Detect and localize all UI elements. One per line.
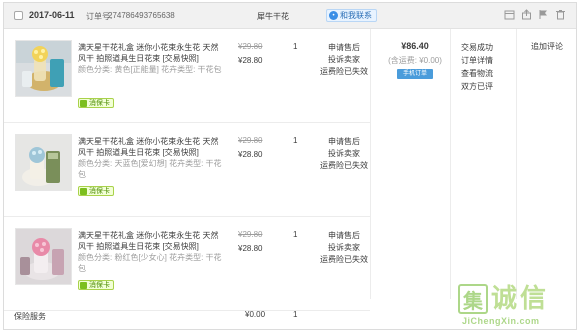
watermark-url: JiChengXin.com xyxy=(462,316,540,326)
total-amount: ¥86.40 xyxy=(401,41,429,51)
order-number: 274786493765638 xyxy=(108,11,175,20)
view-logistics-link[interactable]: 查看物流 xyxy=(461,67,493,80)
shipping-insurance-link[interactable]: 运费险已失效 xyxy=(320,254,368,266)
contact-seller-button[interactable]: • 和我联系 xyxy=(326,9,377,22)
insurance-price: ¥0.00 xyxy=(245,310,266,319)
header-actions xyxy=(504,9,566,20)
flag-icon[interactable] xyxy=(538,9,549,20)
guarantee-label: 消保卡 xyxy=(89,100,110,107)
shipping-fee: (含运费: ¥0.00) xyxy=(388,56,442,65)
original-price: ¥29.80 xyxy=(238,136,263,145)
after-sale-links: 申请售后 投诉卖家 运费险已失效 xyxy=(320,42,368,78)
apply-after-sale-link[interactable]: 申请售后 xyxy=(320,42,368,54)
unit-price: ¥28.80 xyxy=(238,150,263,159)
complain-seller-link[interactable]: 投诉卖家 xyxy=(320,54,368,66)
guarantee-icon xyxy=(80,187,87,195)
original-price: ¥29.80 xyxy=(238,230,263,239)
complain-seller-link[interactable]: 投诉卖家 xyxy=(320,242,368,254)
unit-price: ¥28.80 xyxy=(238,56,263,65)
quantity: 1 xyxy=(293,42,298,51)
mobile-order-tag: 手机订单 xyxy=(397,69,433,79)
quantity: 1 xyxy=(293,230,298,239)
watermark-logo: 集 诚 信 JiChengXin.com xyxy=(458,284,580,330)
product-sku: 颜色分类: 黄色[正能量] 花卉类型: 干花包 xyxy=(78,65,222,74)
watermark-char: 诚 xyxy=(491,284,518,314)
column-divider xyxy=(450,29,451,299)
apply-after-sale-link[interactable]: 申请售后 xyxy=(320,230,368,242)
product-image[interactable] xyxy=(15,134,72,191)
quantity: 1 xyxy=(293,136,298,145)
product-image[interactable] xyxy=(15,228,72,285)
product-sku: 颜色分类: 天蓝色[爱幻想] 花卉类型: 干花包 xyxy=(78,159,222,179)
order-card: 2017-06-11 订单号: 274786493765638 犀牛干花 • 和… xyxy=(3,2,577,330)
order-item: 满天星干花礼盒 迷你小花束永生花 天然风干 拍照道具生日花束 [交易快照] 颜色… xyxy=(4,29,370,123)
insurance-quantity: 1 xyxy=(293,310,298,319)
share-icon[interactable] xyxy=(521,9,532,20)
shipping-insurance-link[interactable]: 运费险已失效 xyxy=(320,160,368,172)
product-sku: 颜色分类: 粉红色[少女心] 花卉类型: 干花包 xyxy=(78,253,222,273)
order-header: 2017-06-11 订单号: 274786493765638 犀牛干花 • 和… xyxy=(4,3,576,29)
order-details-link[interactable]: 订单详情 xyxy=(461,54,493,67)
column-divider xyxy=(370,29,371,299)
shipping-insurance-link[interactable]: 运费险已失效 xyxy=(320,66,368,78)
add-review-link[interactable]: 追加评论 xyxy=(531,41,563,52)
guarantee-icon xyxy=(80,99,87,107)
order-item: 满天星干花礼盒 迷你小花束永生花 天然风干 拍照道具生日花束 [交易快照] 颜色… xyxy=(4,217,370,311)
guarantee-badge[interactable]: 消保卡 xyxy=(78,98,114,108)
after-sale-links: 申请售后 投诉卖家 运费险已失效 xyxy=(320,136,368,172)
column-divider xyxy=(516,29,517,299)
order-checkbox[interactable] xyxy=(14,11,23,20)
order-item: 满天星干花礼盒 迷你小花束永生花 天然风干 拍照道具生日花束 [交易快照] 颜色… xyxy=(4,123,370,217)
guarantee-badge[interactable]: 消保卡 xyxy=(78,280,114,290)
guarantee-badge[interactable]: 消保卡 xyxy=(78,186,114,196)
order-status: 交易成功 订单详情 查看物流 双方已评 xyxy=(461,41,493,93)
delete-icon[interactable] xyxy=(555,9,566,20)
calendar-icon[interactable] xyxy=(504,9,515,20)
product-title-link[interactable]: 满天星干花礼盒 迷你小花束永生花 天然风干 拍照道具生日花束 [交易快照] xyxy=(78,42,226,64)
insurance-label: 保险服务 xyxy=(14,312,46,321)
original-price: ¥29.80 xyxy=(238,42,263,51)
shop-name-link[interactable]: 犀牛干花 xyxy=(257,11,289,22)
contact-seller-label: 和我联系 xyxy=(340,11,372,20)
apply-after-sale-link[interactable]: 申请售后 xyxy=(320,136,368,148)
unit-price: ¥28.80 xyxy=(238,244,263,253)
order-total: ¥86.40 (含运费: ¥0.00) 手机订单 xyxy=(384,41,446,79)
product-image[interactable] xyxy=(15,40,72,97)
guarantee-label: 消保卡 xyxy=(89,188,110,195)
product-title-link[interactable]: 满天星干花礼盒 迷你小花束永生花 天然风干 拍照道具生日花束 [交易快照] xyxy=(78,230,226,252)
review-status: 双方已评 xyxy=(461,82,493,91)
watermark-char: 信 xyxy=(520,284,547,314)
after-sale-links: 申请售后 投诉卖家 运费险已失效 xyxy=(320,230,368,266)
guarantee-icon xyxy=(80,281,87,289)
complain-seller-link[interactable]: 投诉卖家 xyxy=(320,148,368,160)
watermark-char: 集 xyxy=(458,284,488,314)
chat-icon: • xyxy=(329,11,338,20)
order-date: 2017-06-11 xyxy=(29,10,75,20)
product-title-link[interactable]: 满天星干花礼盒 迷你小花束永生花 天然风干 拍照道具生日花束 [交易快照] xyxy=(78,136,226,158)
status-text: 交易成功 xyxy=(461,43,493,52)
guarantee-label: 消保卡 xyxy=(89,282,110,289)
